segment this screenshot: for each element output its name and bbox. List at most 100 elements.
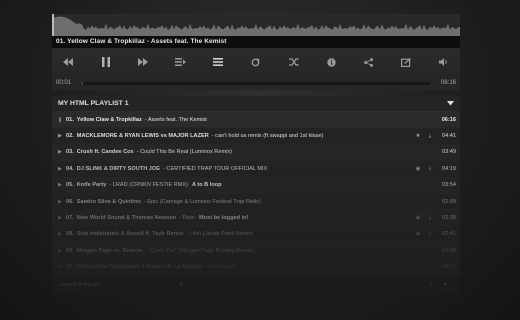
play-icon[interactable]: ▶ [58, 133, 66, 139]
track-row[interactable]: ❙ 01. Yellow Claw & Tropkillaz - Assets fea… [52, 112, 460, 129]
pause-icon [101, 57, 110, 67]
track-row[interactable]: ▶ 06. Sandro Silva & Quintino - Epic (Carna… [52, 193, 460, 211]
play-icon[interactable]: ▶ [58, 199, 66, 205]
track-note: A to B loop [191, 182, 222, 189]
track-title: - can't hold us remix (ft swappi and 1st… [211, 133, 324, 140]
track-title: - Could This Be Real (Luminox Remix) [136, 149, 233, 156]
track-artist: Knife Party [76, 182, 107, 189]
info-button[interactable] [323, 54, 339, 70]
track-number: 06. [66, 198, 74, 205]
track-number: 03. [66, 149, 74, 156]
track-number: 10. [66, 264, 74, 271]
playlist-button[interactable] [210, 54, 226, 70]
track-row[interactable]: ▶ 08. Sick Individuals & Axwell ft. Taylr … [52, 226, 460, 244]
playlist-footer: search in tracks ⚲ ▯ ● [52, 275, 460, 294]
track-number: 02. [66, 133, 74, 140]
now-playing-title: 01. Yellow Claw & Tropkillaz - Assets fe… [52, 36, 460, 48]
track-duration: 03:50 [442, 247, 456, 254]
track-number: 08. [66, 231, 74, 238]
track-artist: New World Sound & Thomas Newson [76, 215, 177, 222]
track-duration: 03:54 [442, 182, 456, 189]
next-track-button[interactable] [173, 54, 189, 70]
track-title: - LRAD (CRNKN FESTIE RMX) [109, 182, 188, 189]
popout-icon [401, 57, 412, 67]
download-icon[interactable]: ⤓ [424, 133, 436, 140]
download-icon[interactable]: ⤓ [424, 215, 436, 222]
track-artist: Hellosoldier Shandwick & Kolarie ft. La … [76, 264, 202, 271]
repeat-button[interactable] [248, 54, 264, 70]
rewind-button[interactable] [60, 54, 76, 70]
track-row[interactable]: ▶ 05. Knife Party - LRAD (CRNKN FESTIE RMX)… [52, 177, 460, 194]
waveform-path [52, 16, 460, 36]
chevron-down-icon[interactable] [447, 101, 454, 106]
track-title: - Go Deeper [204, 264, 236, 271]
track-row[interactable]: ▶ 09. Morgan Page vs. Bearrie - "Carry You"… [52, 243, 460, 260]
track-number: 09. [66, 247, 74, 254]
playlist-name: MY HTML PLAYLIST 1 [58, 100, 129, 107]
play-icon[interactable]: ▶ [58, 231, 66, 237]
playlist-header[interactable]: MY HTML PLAYLIST 1 [52, 96, 460, 112]
eye-icon[interactable]: ◉ [412, 215, 424, 221]
share-icon [364, 57, 374, 67]
track-number: 05. [66, 182, 74, 189]
track-artist: Sandro Silva & Quintino [76, 198, 141, 205]
play-icon[interactable]: ▶ [58, 248, 66, 254]
waveform-playhead [52, 14, 54, 36]
play-icon[interactable]: ▶ [58, 264, 66, 270]
track-duration: 04:07 [442, 264, 456, 271]
lock-icon[interactable]: ● [438, 282, 452, 288]
track-artist: Sick Individuals & Axwell ft. Taylr Rene… [76, 231, 184, 238]
star-icon[interactable]: ★ [412, 133, 424, 139]
shuffle-button[interactable] [286, 54, 302, 70]
total-time: 06:16 [440, 80, 456, 86]
forward-button[interactable] [135, 54, 151, 70]
track-number: 01. [66, 116, 74, 123]
control-bar [52, 48, 460, 76]
popout-button[interactable] [398, 54, 414, 70]
track-row[interactable]: ▶ 04. DJ SLiNK & DIRTY SOUTH JOE - CERTIFIE… [52, 161, 460, 178]
seek-bar[interactable] [82, 81, 430, 85]
track-duration: 03:49 [442, 149, 456, 156]
copy-icon[interactable]: ▯ [424, 282, 438, 288]
download-icon[interactable]: ⤓ [424, 165, 436, 172]
track-row[interactable]: ▶ 07. New World Sound & Thomas Newson - Flu… [52, 210, 460, 227]
track-duration: 02:36 [442, 215, 456, 222]
play-icon[interactable]: ▶ [58, 149, 66, 155]
eye-icon[interactable]: ◉ [412, 231, 424, 237]
track-artist: Yellow Claw & Tropkillaz [76, 116, 142, 123]
info-icon [326, 57, 336, 67]
audio-player: 01. Yellow Claw & Tropkillaz - Assets fe… [52, 14, 460, 294]
track-search-input[interactable]: search in tracks [60, 282, 99, 288]
volume-button[interactable] [436, 54, 452, 70]
waveform-graphic [52, 14, 460, 36]
volume-icon [438, 58, 447, 66]
track-note: Must be logged in! [199, 215, 249, 222]
pause-button[interactable] [98, 54, 114, 70]
play-icon[interactable]: ▶ [58, 215, 66, 221]
eye-icon[interactable]: ◉ [412, 166, 424, 172]
track-title: - I Am (Jacob Plant Remix) [186, 231, 253, 238]
waveform[interactable] [52, 14, 460, 36]
repeat-icon [252, 57, 261, 66]
rewind-icon [63, 58, 73, 66]
track-row[interactable]: ▶ 10. Hellosoldier Shandwick & Kolarie ft.… [52, 259, 460, 276]
track-duration: 04:41 [442, 133, 456, 140]
download-icon[interactable]: ⤓ [424, 231, 436, 238]
track-row[interactable]: ▶ 03. Crush ft. Candee Cox - Could This Be … [52, 144, 460, 162]
share-button[interactable] [361, 54, 377, 70]
track-title: - Epic (Carnage & Luminox Festival Trap … [143, 198, 261, 205]
track-duration: 06:16 [441, 116, 456, 123]
track-title: - Assets feat. The Kemist [144, 116, 207, 123]
track-title: - Flute [179, 215, 195, 222]
track-row[interactable]: ▶ 02. MACKLEMORE & RYAN LEWIS vs MAJOR LAZ… [52, 128, 460, 145]
next-track-icon [175, 58, 187, 66]
track-list: ❙ 01. Yellow Claw & Tropkillaz - Assets fea… [52, 112, 460, 276]
track-artist: Morgan Page vs. Bearrie [76, 247, 143, 254]
play-icon[interactable]: ▶ [58, 166, 66, 172]
current-time: 00:01 [56, 80, 72, 86]
track-duration: 04:19 [442, 165, 456, 172]
now-playing-indicator[interactable]: ❙ [58, 117, 66, 123]
play-icon[interactable]: ▶ [58, 182, 66, 188]
forward-icon [138, 58, 149, 66]
search-icon[interactable]: ⚲ [179, 282, 183, 288]
